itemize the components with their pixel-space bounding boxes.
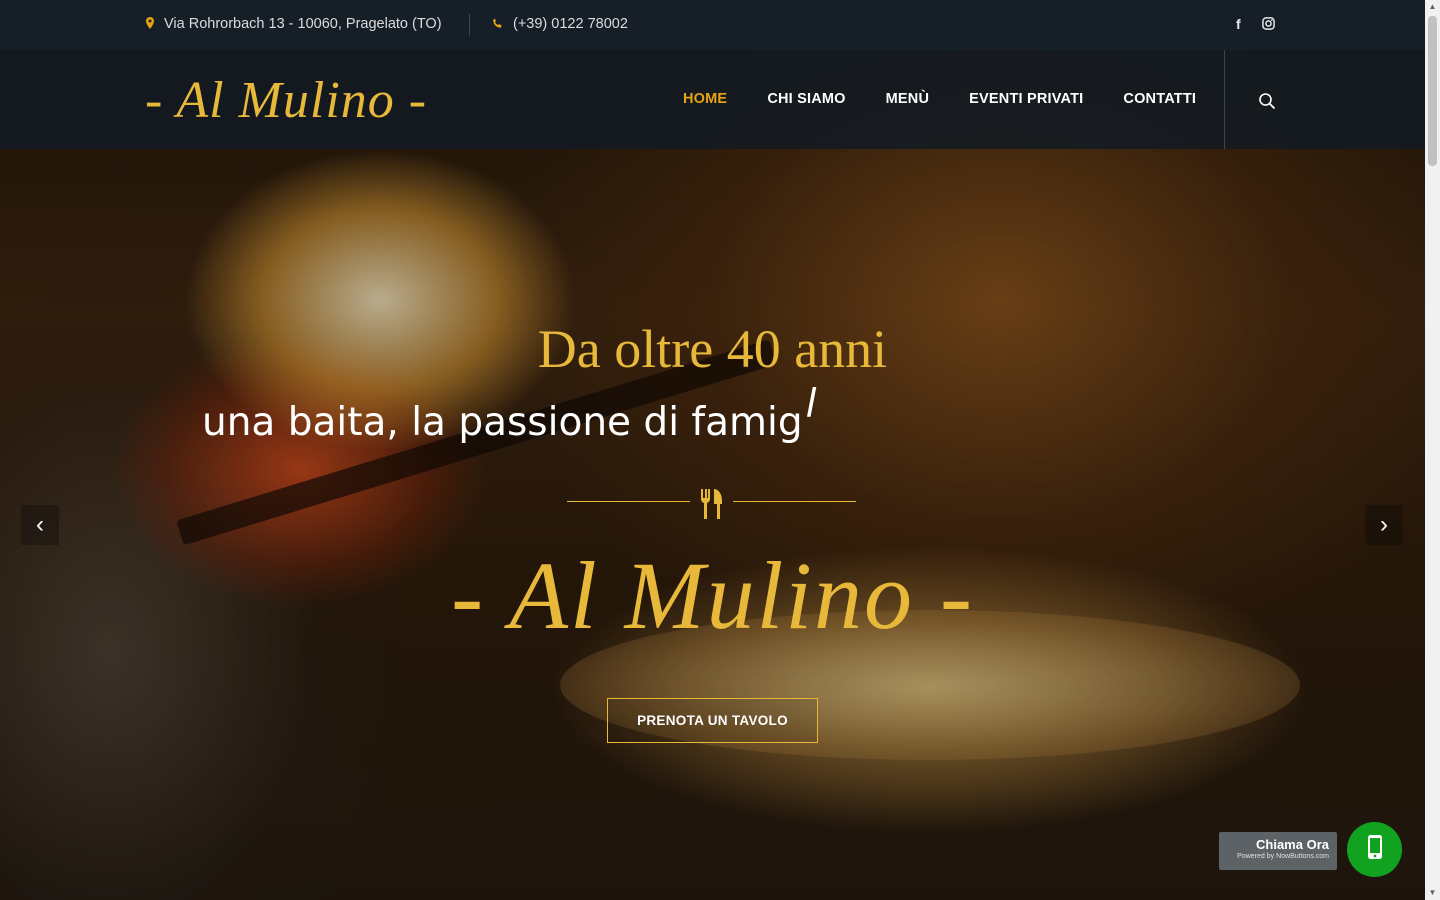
hero-logo: - Al Mulino -	[451, 542, 974, 649]
scroll-thumb[interactable]	[1428, 16, 1437, 166]
hero-title: Da oltre 40 anni	[537, 319, 888, 379]
scroll-up-icon[interactable]: ▲	[1425, 0, 1440, 14]
mobile-phone-icon	[1367, 834, 1383, 865]
page-scrollbar[interactable]: ▲ ▼	[1425, 0, 1440, 900]
powered-by-text: Powered by NowButtons.com	[1237, 853, 1329, 860]
chevron-right-icon[interactable]: ›	[1365, 505, 1403, 545]
map-marker-icon	[146, 16, 154, 32]
site-logo[interactable]: - Al Mulino -	[145, 71, 427, 130]
main-navbar: - Al Mulino - HOME CHI SIAMO MENÙ EVENTI…	[0, 50, 1425, 149]
search-icon[interactable]	[1258, 92, 1276, 110]
topbar-separator	[469, 14, 470, 36]
book-table-button[interactable]: PRENOTA UN TAVOLO	[607, 698, 818, 743]
facebook-icon[interactable]: f	[1236, 16, 1241, 32]
chevron-left-icon[interactable]: ‹	[21, 505, 59, 545]
instagram-icon[interactable]	[1262, 17, 1275, 33]
call-now-button[interactable]	[1347, 822, 1402, 877]
phone-text[interactable]: (+39) 0122 78002	[513, 16, 628, 32]
call-now-label: Chiama Ora	[1256, 837, 1329, 852]
nav-contatti[interactable]: CONTATTI	[1123, 91, 1196, 107]
divider-line-right	[733, 501, 856, 502]
divider-line-left	[567, 501, 690, 502]
nav-eventi-privati[interactable]: EVENTI PRIVATI	[969, 91, 1083, 107]
phone-icon	[492, 17, 503, 32]
nav-home[interactable]: HOME	[683, 91, 727, 107]
nav-chi-siamo[interactable]: CHI SIAMO	[767, 91, 845, 107]
hero-subtitle: una baita, la passione di famigl	[202, 382, 816, 445]
nav-menu[interactable]: MENÙ	[886, 91, 930, 107]
main-menu: HOME CHI SIAMO MENÙ EVENTI PRIVATI CONTA…	[683, 91, 1236, 107]
typing-caret: l	[805, 382, 817, 427]
address-item: Via Rohrorbach 13 - 10060, Pragelato (TO…	[146, 16, 442, 32]
top-info-bar: Via Rohrorbach 13 - 10060, Pragelato (TO…	[0, 0, 1425, 50]
cutlery-icon	[698, 487, 726, 521]
hero-subtitle-text: una baita, la passione di famig	[202, 400, 803, 445]
call-now-label-box[interactable]: Chiama Ora Powered by NowButtons.com	[1219, 832, 1337, 870]
scroll-down-icon[interactable]: ▼	[1425, 886, 1440, 900]
phone-item[interactable]: (+39) 0122 78002	[492, 16, 628, 32]
nav-divider	[1224, 50, 1225, 149]
address-text: Via Rohrorbach 13 - 10060, Pragelato (TO…	[164, 16, 442, 32]
